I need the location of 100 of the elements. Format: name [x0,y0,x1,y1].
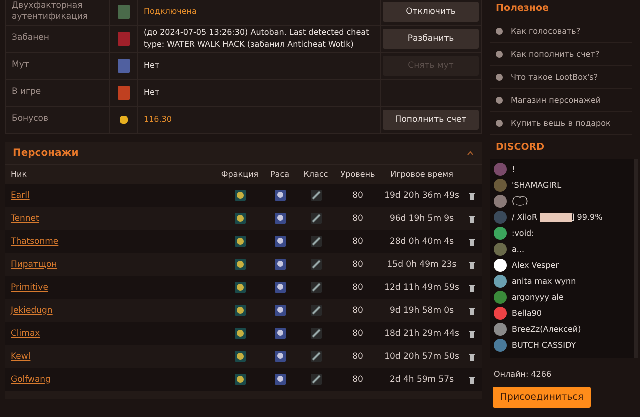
help-link[interactable]: Что такое LootBox's? [490,66,632,89]
playtime-cell: 2d 4h 59m 57s [382,368,462,391]
question-icon [496,50,503,58]
class-icon [310,305,322,316]
trash-icon[interactable] [469,284,475,292]
column-header: Игровое время [390,169,454,181]
help-link[interactable]: Как пополнить счет? [490,43,632,66]
member-name: :void: [512,229,534,238]
race-icon [274,351,286,362]
character-link[interactable]: Climax [5,322,218,345]
level-cell: 80 [334,322,382,345]
faction-icon [234,282,246,293]
race-icon [274,259,286,270]
character-link[interactable]: Jekiedugn [5,299,218,322]
trash-icon[interactable] [469,330,475,338]
help-link[interactable]: Магазин персонажей [490,89,632,112]
playtime-cell: 15d 0h 49m 23s [382,253,462,276]
race-icon [274,374,286,385]
trash-icon[interactable] [469,238,475,246]
member-name: Alex Vesper [512,261,559,270]
row-label: Двухфакторная аутентификация [12,0,90,24]
race-icon [274,236,286,247]
member-name: / XiloR ] 99.9% [512,212,603,222]
race-icon [274,328,286,339]
panel-title: Персонажи [13,148,79,158]
action-button[interactable]: Отключить [383,2,479,22]
trash-icon[interactable] [469,306,475,314]
column-header: Раса [269,169,291,181]
playtime-cell: 10d 20h 57m 50s [382,345,462,368]
action-button[interactable]: Пополнить счет [383,110,479,130]
trash-icon[interactable] [469,376,475,384]
member-name: 'SHAMAGIRL [512,181,562,190]
character-link[interactable]: Golfwang [5,368,218,391]
character-link[interactable]: Earll [5,184,218,207]
member-name: a... [512,245,525,254]
member-name: BUTCH CASSIDY [512,341,576,350]
race-icon [274,190,286,201]
row-label: Забанен [12,33,50,45]
class-icon [310,213,322,224]
playtime-cell: 28d 0h 40m 4s [382,230,462,253]
section-title: DISCORD [495,141,546,155]
row-label: В игре [12,87,42,99]
faction-icon [234,259,246,270]
row-value: Нет [144,87,160,99]
level-cell: 80 [334,299,382,322]
member-name: anita max wynn [512,277,576,286]
level-cell: 80 [334,276,382,299]
column-header: Ник [10,169,28,181]
playtime-cell: 96d 19h 5m 9s [382,207,462,230]
level-cell: 80 [334,207,382,230]
help-link[interactable]: Как голосовать? [490,20,632,43]
help-link[interactable]: Купить вещь в подарок [490,112,632,135]
section-title: Полезное [495,2,550,16]
race-icon [274,305,286,316]
faction-icon [234,328,246,339]
question-icon [496,74,503,80]
column-header: Класс [302,169,330,181]
faction-icon [234,190,246,201]
faction-icon [234,236,246,247]
member-name: ( ͡ ͜ ͡ ) [512,197,528,206]
character-link[interactable]: Tennet [5,207,218,230]
playtime-cell: 12d 11h 49m 59s [382,276,462,299]
faction-icon [234,351,246,362]
class-icon [310,282,322,293]
column-header: Уровень [340,169,376,181]
faction-icon [234,213,246,224]
class-icon [310,374,322,385]
level-cell: 80 [334,184,382,207]
level-cell: 80 [334,253,382,276]
trash-icon[interactable] [469,214,475,222]
faction-icon [234,374,246,385]
trash-icon[interactable] [469,260,475,268]
member-name: Bella90 [512,309,542,318]
class-icon [310,190,322,201]
member-name: ! [512,165,516,174]
question-icon [496,120,503,126]
playtime-cell: 19d 20h 36m 49s [382,184,462,207]
race-icon [274,213,286,224]
character-link[interactable]: Primitive [5,276,218,299]
trash-icon[interactable] [469,352,475,360]
row-label: Мут [12,60,30,72]
join-button[interactable]: Присоединиться [493,387,591,408]
character-link[interactable]: Thatsonme [5,230,218,253]
coin-icon [118,113,130,127]
class-icon [310,236,322,247]
character-link[interactable]: Kewl [5,345,218,368]
chevron-icon[interactable] [467,150,474,156]
question-icon [496,28,503,34]
row-value: (до 2024-07-05 13:26:30) Autoban. Last detected cheat type: WATER WALK HACK (забанил Anticheat Wotlk) [144,27,370,51]
action-button[interactable]: Разбанить [383,29,479,49]
member-name: BreeZz(Алексей) [512,325,582,334]
question-icon [496,96,503,104]
level-cell: 80 [334,345,382,368]
online-count: Онлайн: 4266 [494,370,553,379]
class-icon [310,259,322,270]
character-link[interactable]: Пиратщон [5,253,218,276]
trash-icon[interactable] [469,192,475,200]
level-cell: 80 [334,368,382,391]
class-icon [310,351,322,362]
row-label: Бонусов [12,114,49,126]
